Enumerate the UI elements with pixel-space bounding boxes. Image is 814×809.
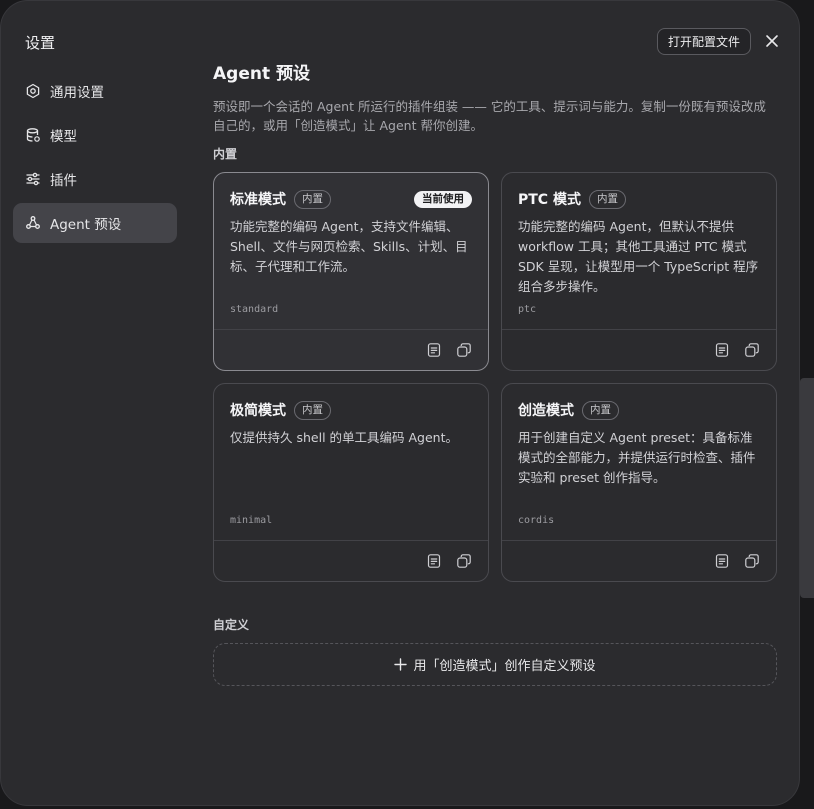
sidebar-item-label: Agent 预设: [50, 217, 122, 233]
settings-sidebar: 通用设置 模型 插件 Agent 预设: [13, 71, 177, 247]
sliders-icon: [26, 172, 40, 186]
agent-icon: [26, 216, 40, 229]
copy-icon[interactable]: [456, 342, 472, 358]
preset-card-minimal[interactable]: 极简模式 内置 仅提供持久 shell 的单工具编码 Agent。 minima…: [213, 383, 489, 582]
preset-id: standard: [230, 304, 279, 315]
sidebar-item-models[interactable]: 模型: [13, 115, 177, 155]
settings-window: 设置 打开配置文件 通用设置 模型 插件 Agent 预设 Agent 预设 预…: [0, 0, 800, 806]
close-button[interactable]: [762, 31, 782, 51]
sidebar-item-agent-presets[interactable]: Agent 预设: [13, 203, 177, 243]
preset-description: 功能完整的编码 Agent，支持文件编辑、Shell、文件与网页检索、Skill…: [230, 219, 468, 274]
sidebar-item-general[interactable]: 通用设置: [13, 71, 177, 111]
current-badge: 当前使用: [414, 190, 472, 208]
custom-section-label: 自定义: [213, 618, 250, 632]
sidebar-item-label: 模型: [50, 129, 77, 145]
copy-icon[interactable]: [744, 342, 760, 358]
document-icon[interactable]: [426, 342, 442, 358]
preset-name: 标准模式: [230, 192, 286, 208]
preset-description: 用于创建自定义 Agent preset：具备标准模式的全部能力，并提供运行时检…: [518, 430, 756, 485]
preset-description: 仅提供持久 shell 的单工具编码 Agent。: [230, 430, 458, 445]
agent-presets-panel: Agent 预设 预设即一个会话的 Agent 所运行的插件组装 —— 它的工具…: [213, 63, 777, 686]
sidebar-item-label: 插件: [50, 173, 77, 189]
preset-card-cordis[interactable]: 创造模式 内置 用于创建自定义 Agent preset：具备标准模式的全部能力…: [501, 383, 777, 582]
preset-name: PTC 模式: [518, 192, 581, 208]
database-icon: [26, 128, 40, 142]
page-title: Agent 预设: [213, 64, 311, 84]
card-footer: [502, 329, 776, 372]
preset-description: 功能完整的编码 Agent，但默认不提供 workflow 工具；其他工具通过 …: [518, 219, 759, 294]
preset-id: minimal: [230, 515, 273, 526]
gear-icon: [26, 83, 40, 99]
sidebar-item-label: 通用设置: [50, 85, 104, 101]
card-footer: [214, 540, 488, 583]
preset-card-ptc[interactable]: PTC 模式 内置 功能完整的编码 Agent，但默认不提供 workflow …: [501, 172, 777, 371]
document-icon[interactable]: [714, 553, 730, 569]
builtin-badge: 内置: [582, 400, 619, 420]
background-window-edge: [800, 378, 814, 598]
close-icon: [766, 35, 778, 47]
window-title: 设置: [25, 34, 56, 52]
builtin-badge: 内置: [294, 400, 331, 420]
builtin-badge: 内置: [294, 189, 331, 209]
plus-icon: [394, 658, 408, 671]
builtin-badge: 内置: [588, 189, 626, 209]
page-description: 预设即一个会话的 Agent 所运行的插件组装 —— 它的工具、提示词与能力。复…: [213, 99, 766, 133]
card-footer: [214, 329, 488, 372]
document-icon[interactable]: [714, 342, 730, 358]
preset-name: 极简模式: [230, 403, 286, 419]
sidebar-item-plugins[interactable]: 插件: [13, 159, 177, 199]
copy-icon[interactable]: [456, 553, 472, 569]
builtin-section-label: 内置: [213, 147, 238, 161]
preset-id: ptc: [518, 304, 537, 315]
document-icon[interactable]: [426, 553, 442, 569]
preset-card-standard[interactable]: 标准模式 内置 当前使用 功能完整的编码 Agent，支持文件编辑、Shell、…: [213, 172, 489, 371]
card-footer: [502, 540, 776, 583]
preset-grid: 标准模式 内置 当前使用 功能完整的编码 Agent，支持文件编辑、Shell、…: [213, 172, 777, 582]
create-custom-preset-button[interactable]: 用「创造模式」创作自定义预设: [213, 643, 777, 686]
copy-icon[interactable]: [744, 553, 760, 569]
preset-id: cordis: [518, 515, 555, 526]
open-config-file-button[interactable]: 打开配置文件: [657, 28, 751, 55]
create-button-label: 用「创造模式」创作自定义预设: [413, 659, 596, 674]
preset-name: 创造模式: [518, 403, 574, 419]
